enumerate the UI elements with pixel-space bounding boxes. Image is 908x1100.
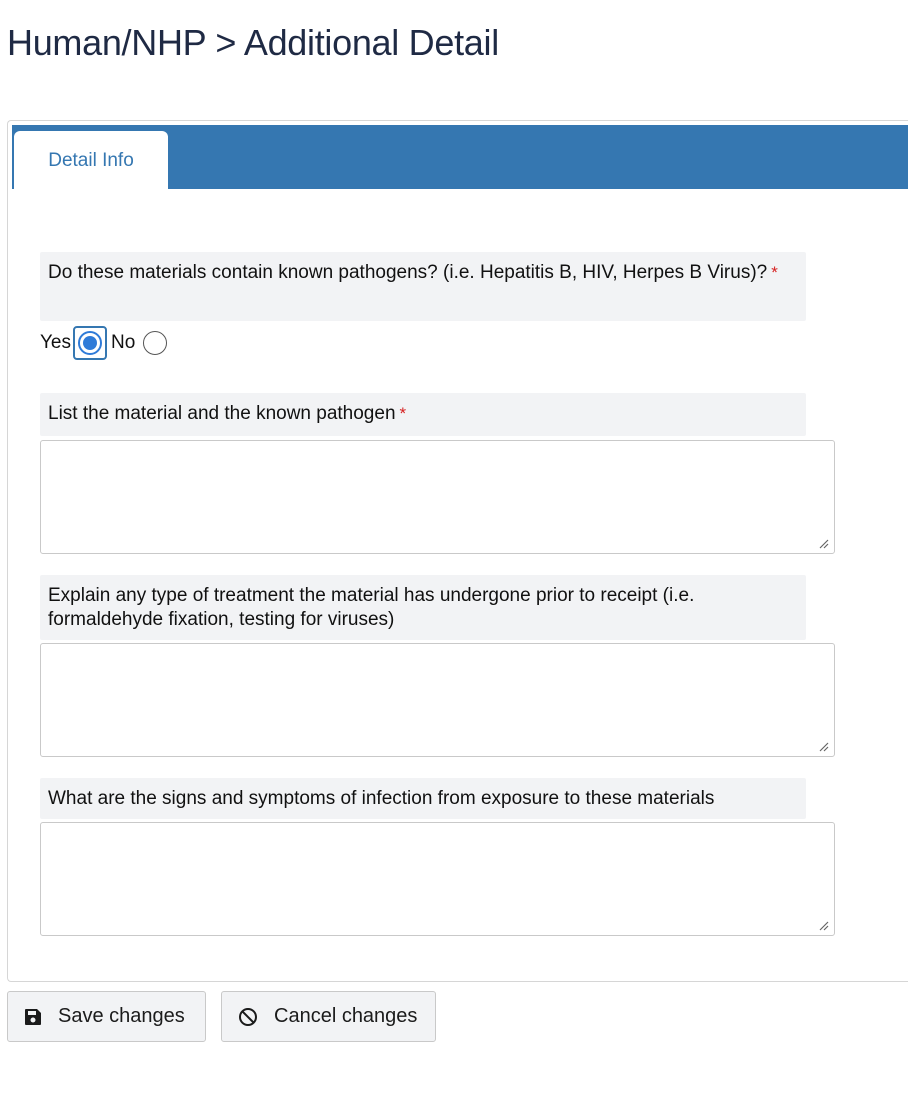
radio-no[interactable] bbox=[143, 331, 168, 355]
cancel-button[interactable]: Cancel changes bbox=[221, 991, 436, 1042]
question-material-pathogen-label: List the material and the known pathogen… bbox=[40, 393, 806, 436]
required-marker: * bbox=[771, 263, 778, 282]
question-text: What are the signs and symptoms of infec… bbox=[48, 788, 715, 809]
question-symptoms-label: What are the signs and symptoms of infec… bbox=[40, 778, 806, 819]
radio-label-no: No bbox=[111, 332, 136, 353]
tab-detail-info[interactable]: Detail Info bbox=[14, 131, 168, 191]
pathogens-radio-group: Yes No bbox=[40, 326, 168, 360]
cancel-button-label: Cancel changes bbox=[274, 1005, 418, 1027]
material-pathogen-textarea[interactable] bbox=[40, 440, 835, 554]
required-marker: * bbox=[399, 404, 407, 423]
ban-icon bbox=[238, 1007, 258, 1027]
tab-bar: Detail Info bbox=[12, 125, 908, 191]
question-text: Explain any type of treatment the materi… bbox=[48, 585, 695, 630]
question-text: List the material and the known pathogen bbox=[48, 403, 396, 424]
tab-label: Detail Info bbox=[48, 150, 134, 171]
page-title: Human/NHP > Additional Detail bbox=[7, 22, 499, 63]
radio-yes[interactable] bbox=[78, 331, 102, 355]
radio-label-yes: Yes bbox=[40, 332, 71, 353]
save-button-label: Save changes bbox=[58, 1005, 185, 1027]
radio-focus-ring bbox=[73, 326, 107, 360]
save-button[interactable]: Save changes bbox=[7, 991, 206, 1042]
question-treatment-label: Explain any type of treatment the materi… bbox=[40, 575, 806, 640]
question-text: Do these materials contain known pathoge… bbox=[48, 262, 768, 283]
symptoms-textarea[interactable] bbox=[40, 822, 835, 936]
floppy-disk-icon bbox=[24, 1008, 42, 1026]
question-pathogens-label: Do these materials contain known pathoge… bbox=[40, 252, 806, 321]
treatment-textarea[interactable] bbox=[40, 643, 835, 757]
